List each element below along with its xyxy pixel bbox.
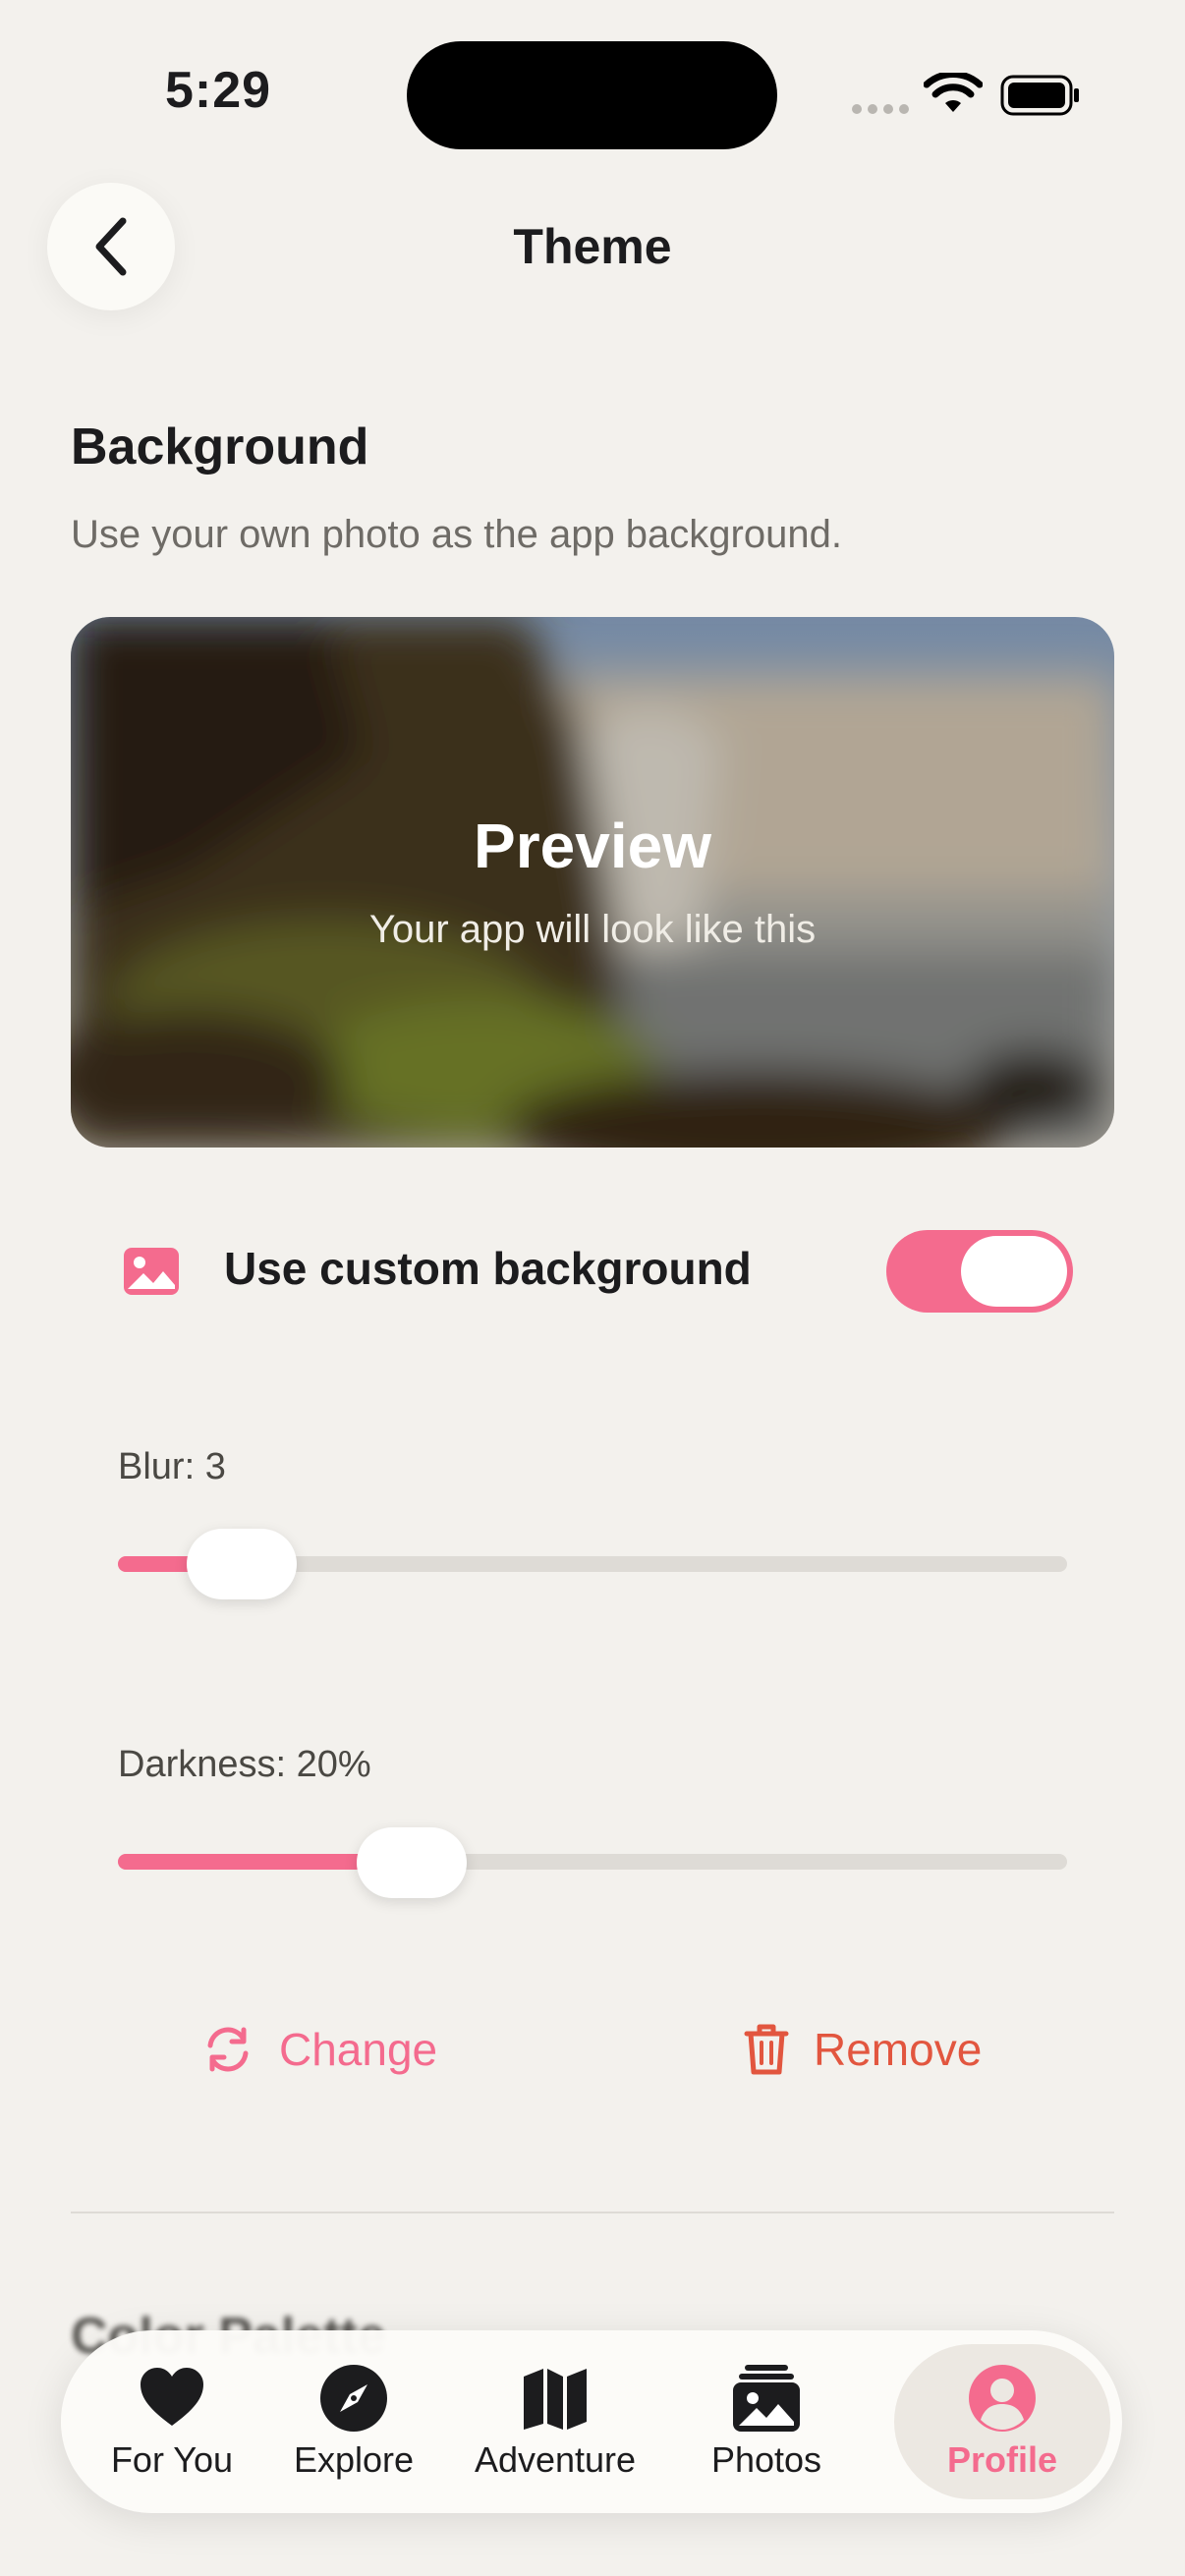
background-preview: Preview Your app will look like this bbox=[71, 617, 1114, 1148]
custom-background-label: Use custom background bbox=[224, 1243, 752, 1294]
tab-bar: For You Explore Adventure Photos Profile bbox=[61, 2330, 1122, 2513]
compass-icon bbox=[320, 2365, 387, 2432]
profile-icon bbox=[969, 2365, 1036, 2432]
cellular-signal-icon bbox=[852, 104, 909, 114]
dynamic-island bbox=[407, 41, 777, 149]
section-description: Use your own photo as the app background… bbox=[71, 513, 842, 556]
tab-adventure[interactable]: Adventure bbox=[452, 2330, 658, 2513]
status-time: 5:29 bbox=[165, 62, 272, 119]
tab-label: For You bbox=[110, 2439, 234, 2480]
tab-label: Photos bbox=[710, 2439, 822, 2480]
photos-icon bbox=[733, 2365, 800, 2432]
map-icon bbox=[524, 2369, 587, 2430]
tab-label: Adventure bbox=[474, 2439, 637, 2480]
tab-label: Explore bbox=[293, 2439, 415, 2480]
section-title-background: Background bbox=[71, 419, 369, 476]
tab-explore[interactable]: Explore bbox=[271, 2330, 436, 2513]
change-label: Change bbox=[279, 2024, 438, 2075]
tab-profile[interactable]: Profile bbox=[894, 2330, 1110, 2513]
preview-subtitle: Your app will look like this bbox=[368, 908, 817, 951]
blur-slider-thumb[interactable] bbox=[186, 1529, 297, 1599]
blur-label: Blur: 3 bbox=[118, 1446, 226, 1487]
custom-background-toggle[interactable] bbox=[886, 1230, 1073, 1313]
photo-icon bbox=[124, 1248, 179, 1295]
tab-for-you[interactable]: For You bbox=[81, 2330, 263, 2513]
remove-label: Remove bbox=[814, 2024, 983, 2075]
trash-icon bbox=[744, 2024, 789, 2075]
preview-background-image bbox=[71, 617, 1114, 1148]
darkness-slider-thumb[interactable] bbox=[357, 1827, 468, 1898]
remove-button[interactable]: Remove bbox=[743, 2022, 982, 2077]
page-title: Theme bbox=[513, 219, 672, 274]
heart-icon bbox=[141, 2368, 203, 2426]
change-button[interactable]: Change bbox=[200, 2022, 437, 2077]
section-divider bbox=[71, 2212, 1114, 2213]
toggle-knob bbox=[961, 1236, 1067, 1307]
tab-photos[interactable]: Photos bbox=[672, 2330, 861, 2513]
preview-title: Preview bbox=[474, 811, 711, 881]
tab-label: Profile bbox=[946, 2439, 1058, 2480]
battery-icon bbox=[1000, 75, 1079, 116]
darkness-slider-track[interactable] bbox=[118, 1854, 1067, 1870]
darkness-label: Darkness: 20% bbox=[118, 1744, 371, 1785]
refresh-icon bbox=[207, 2027, 249, 2072]
wifi-icon bbox=[924, 73, 983, 112]
